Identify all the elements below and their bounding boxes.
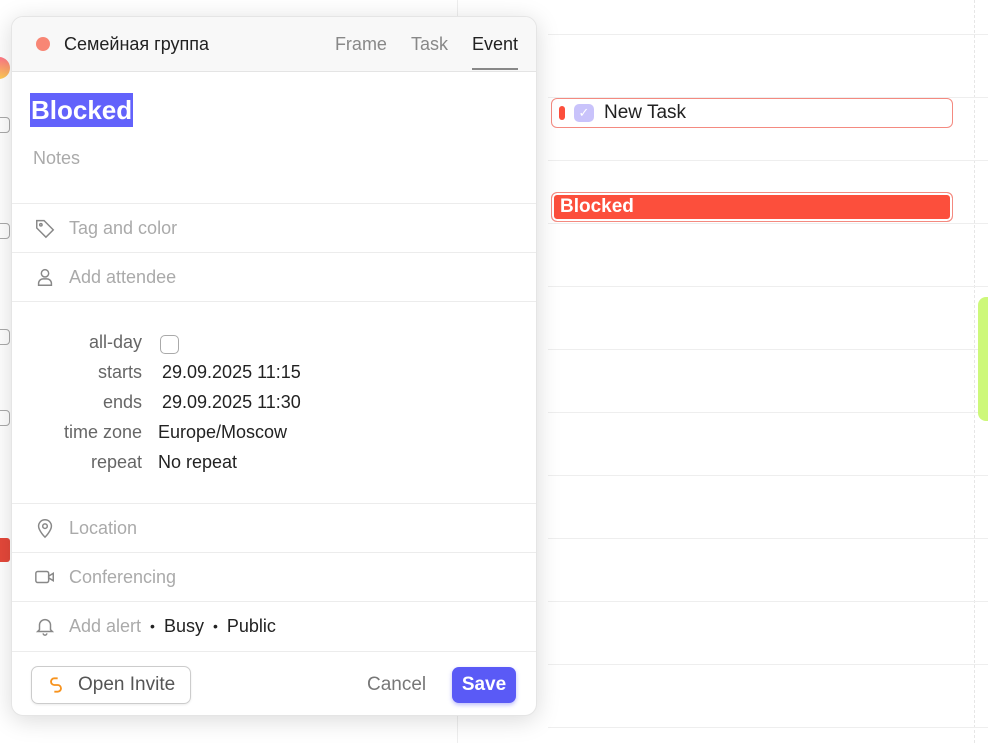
grid-line <box>548 412 988 413</box>
grid-line <box>548 664 988 665</box>
location-pin-icon <box>37 519 53 539</box>
grid-line <box>548 160 988 161</box>
availability-selector[interactable]: Busy <box>164 616 204 637</box>
avatar[interactable] <box>0 57 10 79</box>
bell-icon <box>35 618 55 636</box>
event-details: all-day starts 29.09.2025 11:15 ends 29.09… <box>12 301 536 503</box>
checkbox[interactable] <box>0 223 10 239</box>
person-icon <box>37 268 53 286</box>
separator: • <box>212 618 218 634</box>
starts-label: starts <box>97 362 142 382</box>
priority-indicator <box>559 106 565 120</box>
tag-icon <box>36 219 55 239</box>
calendar-event-new-task[interactable]: ✓ New Task <box>551 98 953 128</box>
event-chip[interactable] <box>0 538 10 562</box>
ends-label: ends <box>102 392 142 412</box>
all-day-label: all-day <box>88 332 142 352</box>
separator: • <box>150 618 155 634</box>
location-label: Location <box>69 517 138 538</box>
calendar-event-blocked[interactable]: Blocked <box>551 192 953 222</box>
grid-line <box>548 475 988 476</box>
day-divider <box>974 0 975 743</box>
tag-row[interactable]: Tag and color <box>12 203 536 252</box>
tab-task[interactable]: Task <box>411 34 448 70</box>
popover-footer: Open Invite Cancel Save <box>12 651 536 715</box>
notes-input[interactable]: Notes <box>33 148 80 169</box>
time-zone-label: time zone <box>63 422 142 442</box>
type-tabs: Frame Task Event <box>335 34 519 70</box>
popover-header: Семейная группа Frame Task Event <box>12 17 536 72</box>
event-title: New Task <box>604 102 687 123</box>
save-button[interactable]: Save <box>452 667 516 703</box>
attendee-label: Add attendee <box>69 266 177 287</box>
open-invite-label: Open Invite <box>78 674 176 695</box>
conferencing-row[interactable]: Conferencing <box>12 552 536 601</box>
calendar-selector[interactable]: Семейная группа <box>64 34 209 55</box>
tab-frame[interactable]: Frame <box>335 34 387 70</box>
calendar-color-dot[interactable] <box>36 37 50 51</box>
repeat-label: repeat <box>90 452 142 472</box>
grid-line <box>548 286 988 287</box>
grid-line <box>548 538 988 539</box>
checkbox[interactable] <box>0 329 10 345</box>
task-check-icon[interactable]: ✓ <box>574 104 594 122</box>
starts-value[interactable]: 29.09.2025 11:15 <box>162 362 301 386</box>
conferencing-label: Conferencing <box>69 566 177 587</box>
grid-line <box>548 727 988 728</box>
calendar-event[interactable] <box>978 297 988 421</box>
cancel-button[interactable]: Cancel <box>367 674 426 696</box>
grid-line <box>548 223 988 224</box>
grid-line <box>548 601 988 602</box>
tag-label: Tag and color <box>69 217 178 238</box>
checkbox[interactable] <box>0 117 10 133</box>
grid-line <box>548 349 988 350</box>
event-title: Blocked <box>560 196 634 217</box>
visibility-selector[interactable]: Public <box>227 616 276 637</box>
link-icon <box>50 677 62 693</box>
checkbox[interactable] <box>0 410 10 426</box>
add-alert[interactable]: Add alert <box>69 616 141 637</box>
open-invite-button[interactable]: Open Invite <box>31 666 191 704</box>
time-zone-value[interactable]: Europe/Moscow <box>158 422 287 446</box>
attendee-row[interactable]: Add attendee <box>12 252 536 301</box>
title-input[interactable]: Blocked <box>30 93 134 127</box>
grid-line <box>548 34 988 35</box>
repeat-value[interactable]: No repeat <box>158 452 237 476</box>
video-camera-icon <box>35 570 54 584</box>
tab-event[interactable]: Event <box>471 34 519 70</box>
event-editor-popover: Семейная группа Frame Task Event Blocked… <box>11 16 537 716</box>
ends-value[interactable]: 29.09.2025 11:30 <box>162 392 301 416</box>
location-row[interactable]: Location <box>12 503 536 552</box>
all-day-checkbox[interactable] <box>160 335 179 354</box>
alert-row: Add alert • Busy • Public <box>12 601 536 650</box>
